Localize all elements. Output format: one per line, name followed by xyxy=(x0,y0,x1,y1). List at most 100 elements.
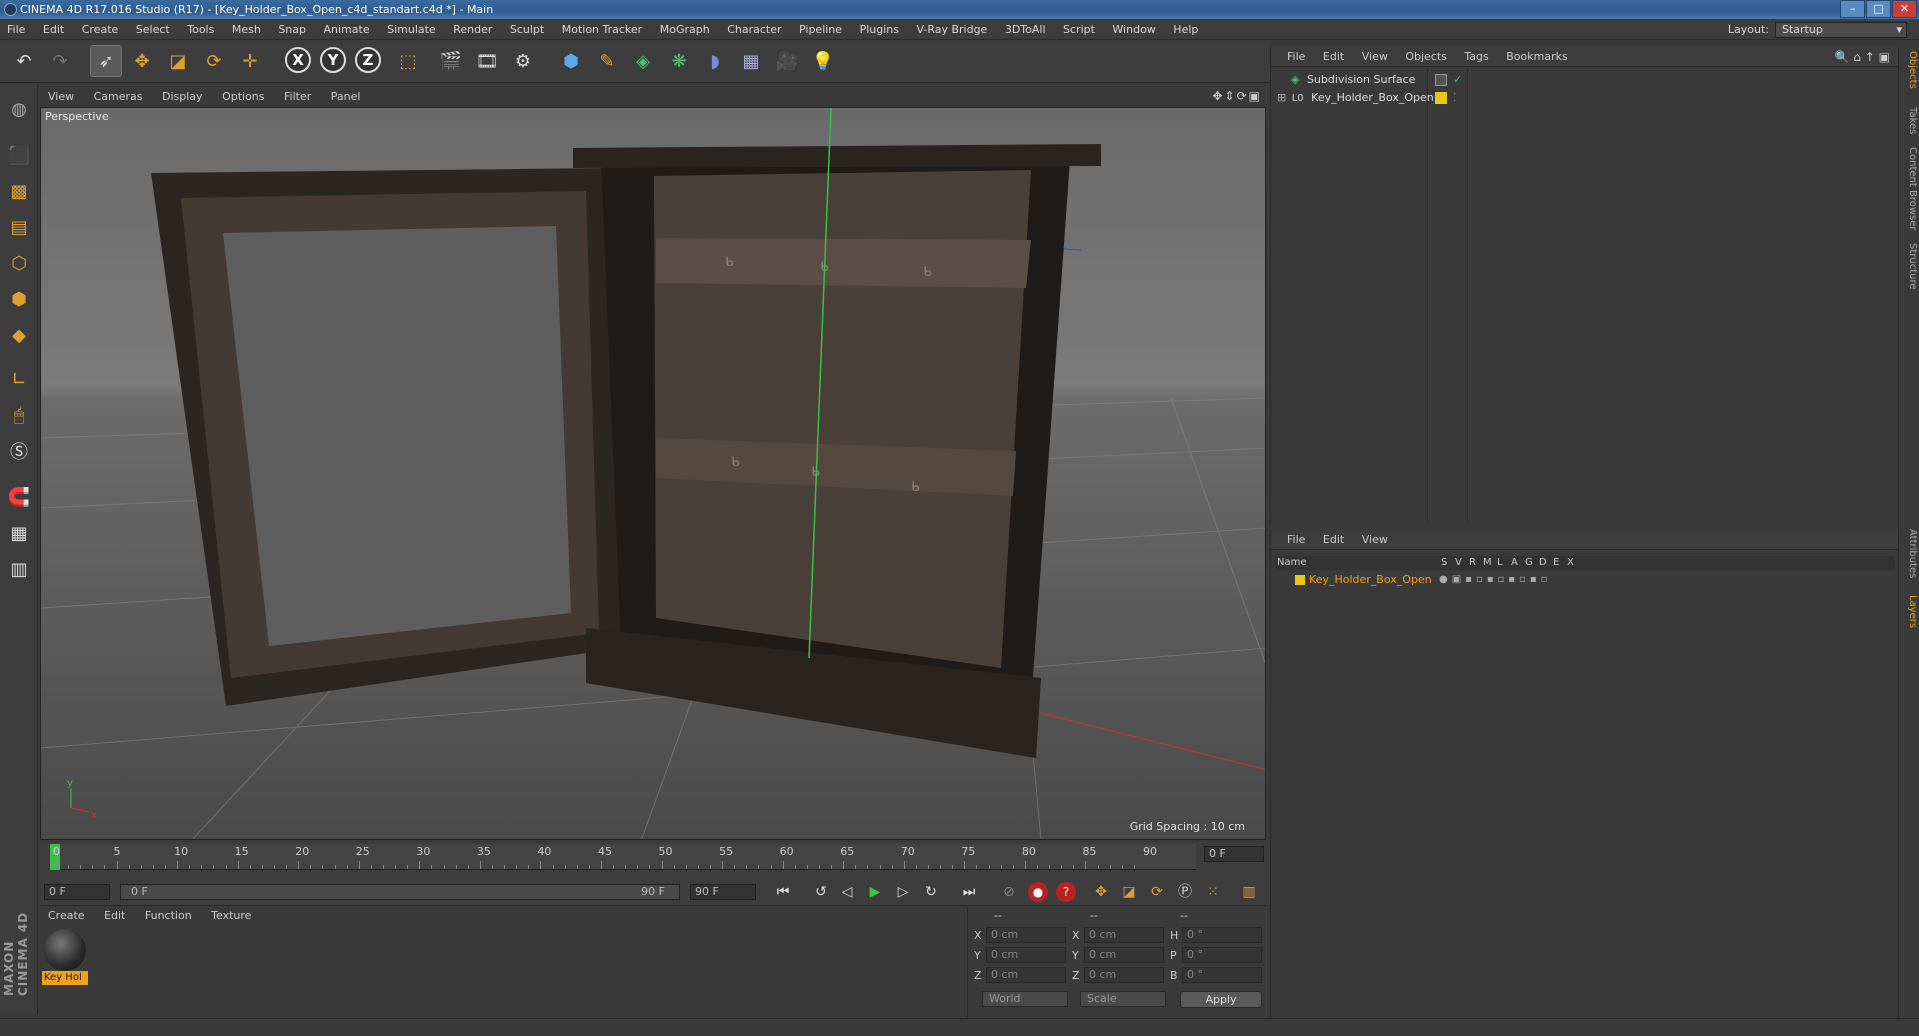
go-to-start-icon[interactable]: ⏮ xyxy=(772,881,794,903)
minimize-button[interactable]: – xyxy=(1840,0,1865,18)
rot-p-field[interactable]: 0 ° xyxy=(1182,947,1262,963)
tab-takes[interactable]: Takes xyxy=(1902,107,1918,134)
om-menu-edit[interactable]: Edit xyxy=(1316,47,1351,67)
menu-snap[interactable]: Snap xyxy=(271,20,313,40)
layer-row[interactable]: Key_Holder_Box_Open ●▣▪▫▪▫▪▫▪▫ xyxy=(1275,572,1895,588)
go-to-end-icon[interactable]: ⏭ xyxy=(958,881,980,903)
x-axis-lock-button[interactable]: X xyxy=(285,47,311,73)
maximize-button[interactable]: □ xyxy=(1866,0,1891,18)
grid-snap-icon[interactable]: ▥ xyxy=(4,554,34,584)
close-button[interactable]: ✕ xyxy=(1892,0,1917,18)
col-locked[interactable]: L xyxy=(1497,556,1503,570)
layout-select[interactable]: Startup ▾ xyxy=(1775,22,1907,38)
viewport-menu-options[interactable]: Options xyxy=(214,88,272,106)
tab-attributes[interactable]: Attributes xyxy=(1902,529,1918,578)
material-menu-create[interactable]: Create xyxy=(40,907,93,925)
menu-plugins[interactable]: Plugins xyxy=(853,20,906,40)
material-menu-texture[interactable]: Texture xyxy=(203,907,259,925)
autokeying-icon[interactable]: ● xyxy=(1028,882,1048,902)
menu-mograph[interactable]: MoGraph xyxy=(653,20,717,40)
visibility-toggle[interactable] xyxy=(1435,74,1447,86)
object-name[interactable]: Key_Holder_Box_Open xyxy=(1311,91,1434,104)
key-position-icon[interactable]: ✥ xyxy=(1090,881,1112,903)
snapping-icon[interactable]: Ⓢ xyxy=(4,436,34,466)
col-view[interactable]: V xyxy=(1455,556,1462,570)
om-menu-view[interactable]: View xyxy=(1355,47,1395,67)
viewport-menu-filter[interactable]: Filter xyxy=(276,88,319,106)
coordinate-system-icon[interactable]: ⬚ xyxy=(392,45,424,77)
menu-vray-bridge[interactable]: V-Ray Bridge xyxy=(909,20,994,40)
col-render[interactable]: R xyxy=(1469,556,1476,570)
col-name[interactable]: Name xyxy=(1277,556,1307,570)
viewport-menu-view[interactable]: View xyxy=(40,88,82,106)
col-animation[interactable]: A xyxy=(1511,556,1518,570)
visibility-dots-icon[interactable]: ⁚ xyxy=(1453,89,1457,107)
pos-y-field[interactable]: 0 cm xyxy=(986,947,1066,963)
menu-animate[interactable]: Animate xyxy=(317,20,377,40)
polygons-mode-icon[interactable]: ◆ xyxy=(4,320,34,350)
rot-b-field[interactable]: 0 ° xyxy=(1182,967,1262,983)
pen-spline-icon[interactable]: ✎ xyxy=(591,45,623,77)
lm-menu-view[interactable]: View xyxy=(1355,530,1395,550)
tweak-mode-icon[interactable]: 🖱 xyxy=(4,400,34,430)
start-frame-field[interactable]: 0 F xyxy=(44,884,110,900)
undo-icon[interactable]: ↶ xyxy=(8,45,40,77)
rot-h-field[interactable]: 0 ° xyxy=(1182,927,1262,943)
render-picture-viewer-icon[interactable]: 🎞 xyxy=(471,45,503,77)
model-mode-icon[interactable]: ⬛ xyxy=(4,140,34,170)
tab-content-browser[interactable]: Content Browser xyxy=(1902,147,1918,230)
key-rotation-icon[interactable]: ⟳ xyxy=(1146,881,1168,903)
timeline-ruler[interactable]: 0 5 10 15 20 25 30 35 40 45 50 55 60 65 70 75 80 85 90 xyxy=(50,844,1196,870)
size-z-field[interactable]: 0 cm xyxy=(1084,967,1164,983)
menu-script[interactable]: Script xyxy=(1056,20,1102,40)
next-key-icon[interactable]: ↻ xyxy=(920,881,942,903)
viewport-nav-icons[interactable]: ✥⇕⟳▣ xyxy=(1212,89,1262,103)
material-preview-ball[interactable] xyxy=(44,929,86,971)
menu-render[interactable]: Render xyxy=(446,20,499,40)
size-y-field[interactable]: 0 cm xyxy=(1084,947,1164,963)
workplane-lock-icon[interactable]: ▦ xyxy=(4,518,34,548)
menu-motion-tracker[interactable]: Motion Tracker xyxy=(555,20,649,40)
menu-simulate[interactable]: Simulate xyxy=(380,20,443,40)
col-expressions[interactable]: E xyxy=(1553,556,1559,570)
col-xref[interactable]: X xyxy=(1567,556,1574,570)
om-menu-bookmarks[interactable]: Bookmarks xyxy=(1499,47,1574,67)
record-active-objects-icon[interactable]: ⊘ xyxy=(998,881,1020,903)
render-settings-icon[interactable]: ⚙ xyxy=(507,45,539,77)
object-row-subdivision-surface[interactable]: ◈ Subdivision Surface ✓ xyxy=(1277,71,1887,89)
axis-mode-icon[interactable]: ∟ xyxy=(4,364,34,394)
menu-tools[interactable]: Tools xyxy=(180,20,221,40)
material-menu-edit[interactable]: Edit xyxy=(96,907,133,925)
perspective-viewport[interactable]: ᒃ ᒃ ᒃ ᒃ ᒃ ᒃ y x Perspective Grid Spacing… xyxy=(40,107,1266,840)
scale-tool-icon[interactable]: ◪ xyxy=(162,45,194,77)
object-name[interactable]: Subdivision Surface xyxy=(1307,73,1415,86)
col-generators[interactable]: G xyxy=(1525,556,1533,570)
tab-layers[interactable]: Layers xyxy=(1902,595,1918,628)
viewport-menu-display[interactable]: Display xyxy=(154,88,211,106)
keyframe-selection-icon[interactable]: ? xyxy=(1056,882,1076,902)
camera-icon[interactable]: 🎥 xyxy=(771,45,803,77)
expand-toggle-icon[interactable]: ⊞ xyxy=(1277,91,1286,104)
om-nav-icons[interactable]: 🔍 ⌂ ↑ ▣ xyxy=(1835,50,1890,64)
pos-z-field[interactable]: 0 cm xyxy=(986,967,1066,983)
magnet-icon[interactable]: 🧲 xyxy=(4,482,34,512)
coordinate-space-select[interactable]: World xyxy=(982,991,1068,1007)
current-frame-field[interactable]: 0 F xyxy=(1204,846,1264,862)
timeline-window-icon[interactable]: ▥ xyxy=(1238,881,1260,903)
texture-mode-icon[interactable]: ▩ xyxy=(4,176,34,206)
preview-range-slider[interactable]: 0 F 90 F xyxy=(120,884,680,900)
key-pla-icon[interactable]: ⁙ xyxy=(1202,881,1224,903)
previous-frame-icon[interactable]: ◁ xyxy=(836,881,858,903)
subdivision-surface-icon[interactable]: ◈ xyxy=(627,45,659,77)
menu-create[interactable]: Create xyxy=(75,20,126,40)
om-menu-objects[interactable]: Objects xyxy=(1398,47,1454,67)
layer-flag-icons[interactable]: ●▣▪▫▪▫▪▫▪▫ xyxy=(1439,572,1551,588)
deformer-icon[interactable]: ◗ xyxy=(699,45,731,77)
menu-edit[interactable]: Edit xyxy=(36,20,71,40)
viewport-menu-cameras[interactable]: Cameras xyxy=(86,88,151,106)
points-mode-icon[interactable]: ⬡ xyxy=(4,248,34,278)
next-frame-icon[interactable]: ▷ xyxy=(892,881,914,903)
z-axis-lock-button[interactable]: Z xyxy=(355,47,381,73)
menu-select[interactable]: Select xyxy=(129,20,177,40)
enabled-check-icon[interactable]: ✓ xyxy=(1453,71,1462,89)
